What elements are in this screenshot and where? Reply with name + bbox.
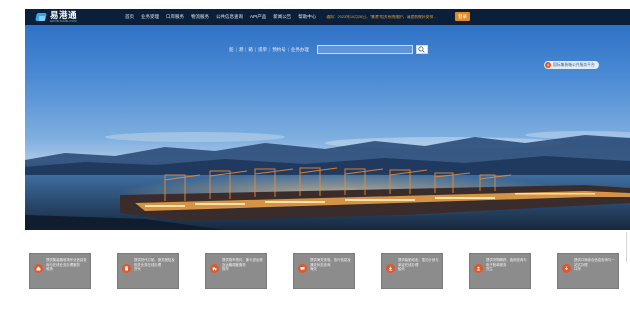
nav-item-api[interactable]: API产品 [250, 14, 266, 20]
notice-ticker[interactable]: 通知：2023年10月26日，"集港"相关系统维护，请提前做好安排 ... [326, 15, 444, 20]
building-icon [122, 264, 131, 273]
card-title: 货主 [486, 267, 493, 272]
card-title: 海关 [310, 267, 317, 272]
search-input[interactable] [316, 45, 413, 54]
card-description: 提供海关查验、放行信息及通关状态查询 [310, 258, 351, 267]
scroll-divider [626, 232, 627, 262]
service-card-forwarder[interactable]: 提供货代订舱、报关报检及相关业务在线办理 货代 [117, 253, 179, 289]
site-logo[interactable]: 易港通 EPORTHUB.COM [35, 9, 113, 25]
hero-banner: 船 | 港 | 箱 | 提单 | 预约号 | 业务办理 ● 国际集装箱公共服务平… [25, 25, 630, 230]
search-tab-container[interactable]: 箱 [246, 47, 255, 53]
card-description: 提供拖车预约、集卡进出港及运输调度服务 [222, 258, 263, 267]
card-title: 口岸 [574, 267, 581, 272]
card-title: 堆场 [46, 267, 53, 272]
logo-name: 易港通 [50, 9, 78, 20]
chat-icon [298, 264, 307, 273]
user-icon [474, 264, 483, 273]
card-description: 提供口岸综合信息查询与一站式办理 [574, 258, 615, 267]
nav-item-port-service[interactable]: 口岸服务 [166, 14, 184, 20]
nav-item-news[interactable]: 新闻公告 [273, 14, 291, 20]
search-tab-bill[interactable]: 提单 [256, 47, 269, 53]
nav-item-business[interactable]: 业务受理 [141, 14, 159, 20]
service-card-shipping-agent[interactable]: 提供船舶动态、靠泊计划与单证在线办理 船代 [381, 253, 443, 289]
logo-subtitle: EPORTHUB.COM [50, 19, 77, 24]
card-description: 提供船舶动态、靠泊计划与单证在线办理 [398, 258, 439, 267]
service-card-yard[interactable]: 提供集装箱堆场作业信息查询与在线业务办理服务 堆场 [29, 253, 91, 289]
search-type-tabs: 船 | 港 | 箱 | 提单 | 预约号 | 业务办理 [227, 46, 311, 53]
service-card-trucking[interactable]: 提供拖车预约、集卡进出港及运输调度服务 拖车 [205, 253, 267, 289]
service-card-cargo-owner[interactable]: 提供货物跟踪、费用查询与电子账单服务 货主 [469, 253, 531, 289]
service-card-customs[interactable]: 提供海关查验、放行信息及通关状态查询 海关 [293, 253, 355, 289]
arrow-down-icon [562, 264, 571, 273]
nav-item-public-query[interactable]: 公共信息查询 [216, 14, 243, 20]
nav-item-help[interactable]: 帮助中心 [298, 14, 316, 20]
warehouse-icon [34, 264, 43, 273]
card-description: 提供货代订舱、报关报检及相关业务在线办理 [134, 258, 175, 267]
login-button[interactable]: 登录 [455, 12, 470, 21]
main-menu: 首页 业务受理 口岸服务 物流服务 公共信息查询 API产品 新闻公告 帮助中心 [125, 14, 323, 20]
top-navigation-bar: 易港通 EPORTHUB.COM 首页 业务受理 口岸服务 物流服务 公共信息查… [25, 9, 630, 25]
nav-item-logistics[interactable]: 物流服务 [191, 14, 209, 20]
page: 易港通 EPORTHUB.COM 首页 业务受理 口岸服务 物流服务 公共信息查… [0, 0, 630, 311]
logo-icon [35, 11, 47, 23]
card-description: 提供货物跟踪、费用查询与电子账单服务 [486, 258, 527, 267]
side-badge-text: 国际集装箱公共服务平台 [553, 62, 595, 67]
side-badge[interactable]: ● 国际集装箱公共服务平台 [544, 61, 599, 69]
search-tab-port[interactable]: 港 [237, 47, 246, 53]
search-tab-ship[interactable]: 船 [227, 47, 236, 53]
search-tab-business[interactable]: 业务办理 [289, 47, 311, 53]
card-title: 船代 [398, 267, 405, 272]
card-description: 提供集装箱堆场作业信息查询与在线业务办理服务 [46, 258, 87, 267]
service-cards: 提供集装箱堆场作业信息查询与在线业务办理服务 堆场 提供货代订舱、报关报检及相关… [29, 253, 619, 289]
truck-icon [210, 264, 219, 273]
port-night-scene [25, 131, 630, 230]
service-card-port[interactable]: 提供口岸综合信息查询与一站式办理 口岸 [557, 253, 619, 289]
search-tab-booking[interactable]: 预约号 [270, 47, 288, 53]
chat-bubble-icon: ● [545, 62, 551, 68]
search-icon [418, 46, 426, 53]
card-title: 拖车 [222, 267, 229, 272]
card-title: 货代 [134, 267, 141, 272]
search-bar: 船 | 港 | 箱 | 提单 | 预约号 | 业务办理 [25, 45, 630, 54]
search-button[interactable] [415, 45, 428, 54]
download-icon [386, 264, 395, 273]
nav-item-home[interactable]: 首页 [125, 14, 134, 20]
